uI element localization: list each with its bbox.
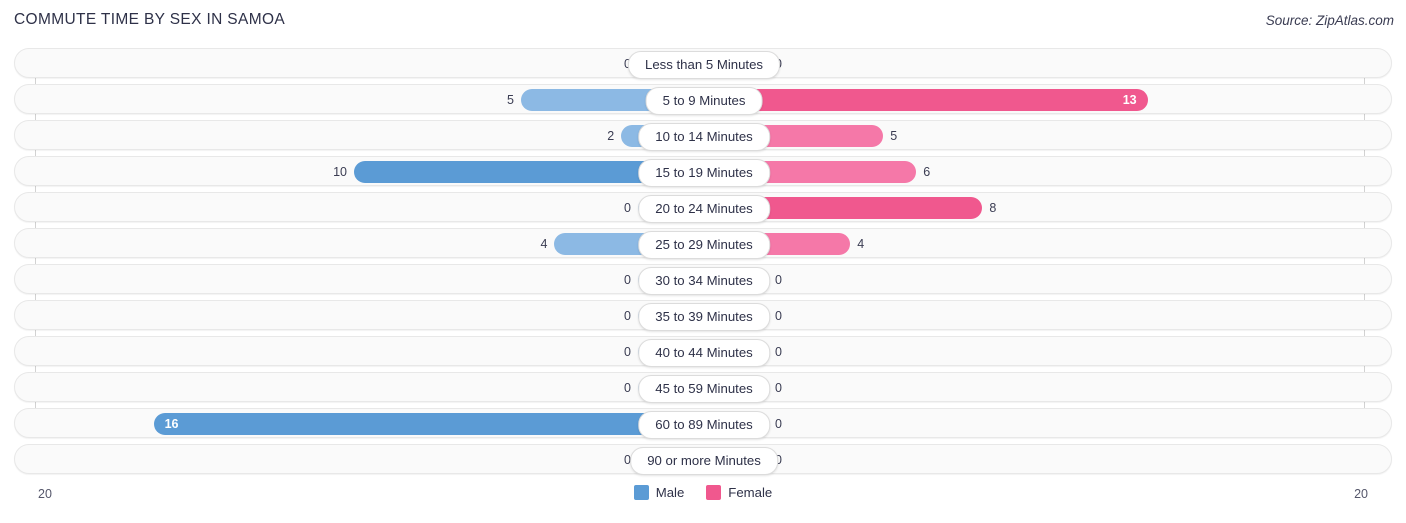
male-value-label: 16 <box>164 417 179 431</box>
male-value-label: 0 <box>624 381 631 395</box>
category-label: 20 to 24 Minutes <box>638 195 770 223</box>
category-label: 35 to 39 Minutes <box>638 303 770 331</box>
legend-swatch-icon <box>633 485 649 500</box>
legend-item-male[interactable]: Male <box>633 485 685 500</box>
female-value-label: 4 <box>857 237 865 251</box>
female-value-label: 6 <box>923 165 931 179</box>
male-value-label: 2 <box>607 129 615 143</box>
chart-row: 0 0 35 to 39 Minutes <box>14 300 1392 331</box>
female-value-label: 0 <box>775 309 782 323</box>
category-label: 10 to 14 Minutes <box>638 123 770 151</box>
male-bar-group: 16 <box>153 409 688 439</box>
male-value-label: 4 <box>540 237 548 251</box>
source-attribution: Source: ZipAtlas.com <box>1265 13 1394 28</box>
chart-plot-area: 00Less than 5 Minutes5135 to 9 Minutes25… <box>0 48 1406 483</box>
female-value-label: 0 <box>775 381 782 395</box>
category-label: 60 to 89 Minutes <box>638 411 770 439</box>
category-label: 90 or more Minutes <box>630 447 778 475</box>
category-label: Less than 5 Minutes <box>627 51 781 79</box>
chart-row: 0 0 90 or more Minutes <box>14 444 1392 475</box>
category-label: 40 to 44 Minutes <box>638 339 770 367</box>
legend-item-female[interactable]: Female <box>706 485 772 500</box>
male-value-label: 0 <box>624 309 631 323</box>
chart-row: 10 6 15 to 19 Minutes <box>14 156 1392 187</box>
chart-page: COMMUTE TIME BY SEX IN SAMOA Source: Zip… <box>0 0 1406 523</box>
chart-header: COMMUTE TIME BY SEX IN SAMOA Source: Zip… <box>0 0 1406 44</box>
chart-row: 0 0 45 to 59 Minutes <box>14 372 1392 403</box>
category-label: 25 to 29 Minutes <box>638 231 770 259</box>
male-value-label: 5 <box>507 93 514 107</box>
male-value-label: 0 <box>624 201 631 215</box>
category-label: 30 to 34 Minutes <box>638 267 770 295</box>
legend-label: Male <box>655 485 685 500</box>
legend-label: Female <box>728 485 773 500</box>
chart-row: 0 0 30 to 34 Minutes <box>14 264 1392 295</box>
category-label: 15 to 19 Minutes <box>638 159 770 187</box>
category-label: 5 to 9 Minutes <box>645 87 763 115</box>
chart-row: 0 0 40 to 44 Minutes <box>14 336 1392 367</box>
male-bar <box>153 413 688 435</box>
female-bar-group: 13 <box>718 85 1148 115</box>
female-value-label: 0 <box>775 417 782 431</box>
chart-row: 5 13 5 to 9 Minutes <box>14 84 1392 115</box>
female-value-label: 8 <box>989 201 997 215</box>
female-value-label: 0 <box>775 273 782 287</box>
chart-row: 0 8 20 to 24 Minutes <box>14 192 1392 223</box>
page-title: COMMUTE TIME BY SEX IN SAMOA <box>14 11 286 28</box>
male-value-label: 0 <box>624 273 631 287</box>
chart-row: 4 4 25 to 29 Minutes <box>14 228 1392 259</box>
chart-row: 00Less than 5 Minutes <box>14 48 1392 79</box>
female-value-label: 13 <box>1122 93 1137 107</box>
chart-row: 16 0 60 to 89 Minutes <box>14 408 1392 439</box>
category-label: 45 to 59 Minutes <box>638 375 770 403</box>
female-value-label: 0 <box>775 345 782 359</box>
male-value-label: 0 <box>624 345 631 359</box>
female-value-label: 5 <box>890 129 898 143</box>
male-value-label: 10 <box>333 165 347 179</box>
legend-swatch-icon <box>706 485 722 500</box>
chart-legend: Male Female <box>0 485 1406 500</box>
chart-row: 2 5 10 to 14 Minutes <box>14 120 1392 151</box>
female-bar <box>718 89 1148 111</box>
